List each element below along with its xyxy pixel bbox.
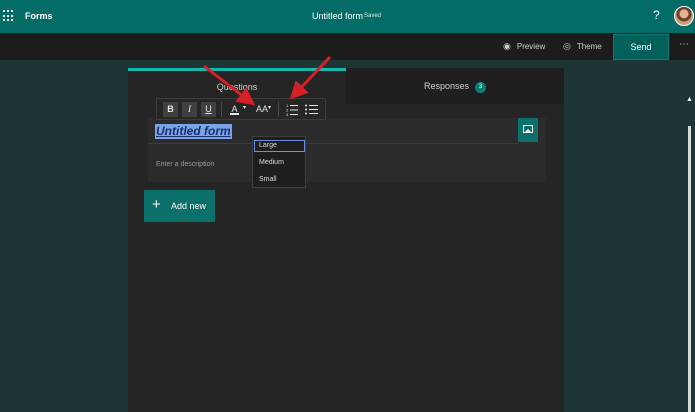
annotation-arrows bbox=[203, 55, 332, 106]
annotation-arrow-font-size bbox=[203, 64, 256, 106]
annotation-arrow-lists bbox=[289, 55, 332, 100]
